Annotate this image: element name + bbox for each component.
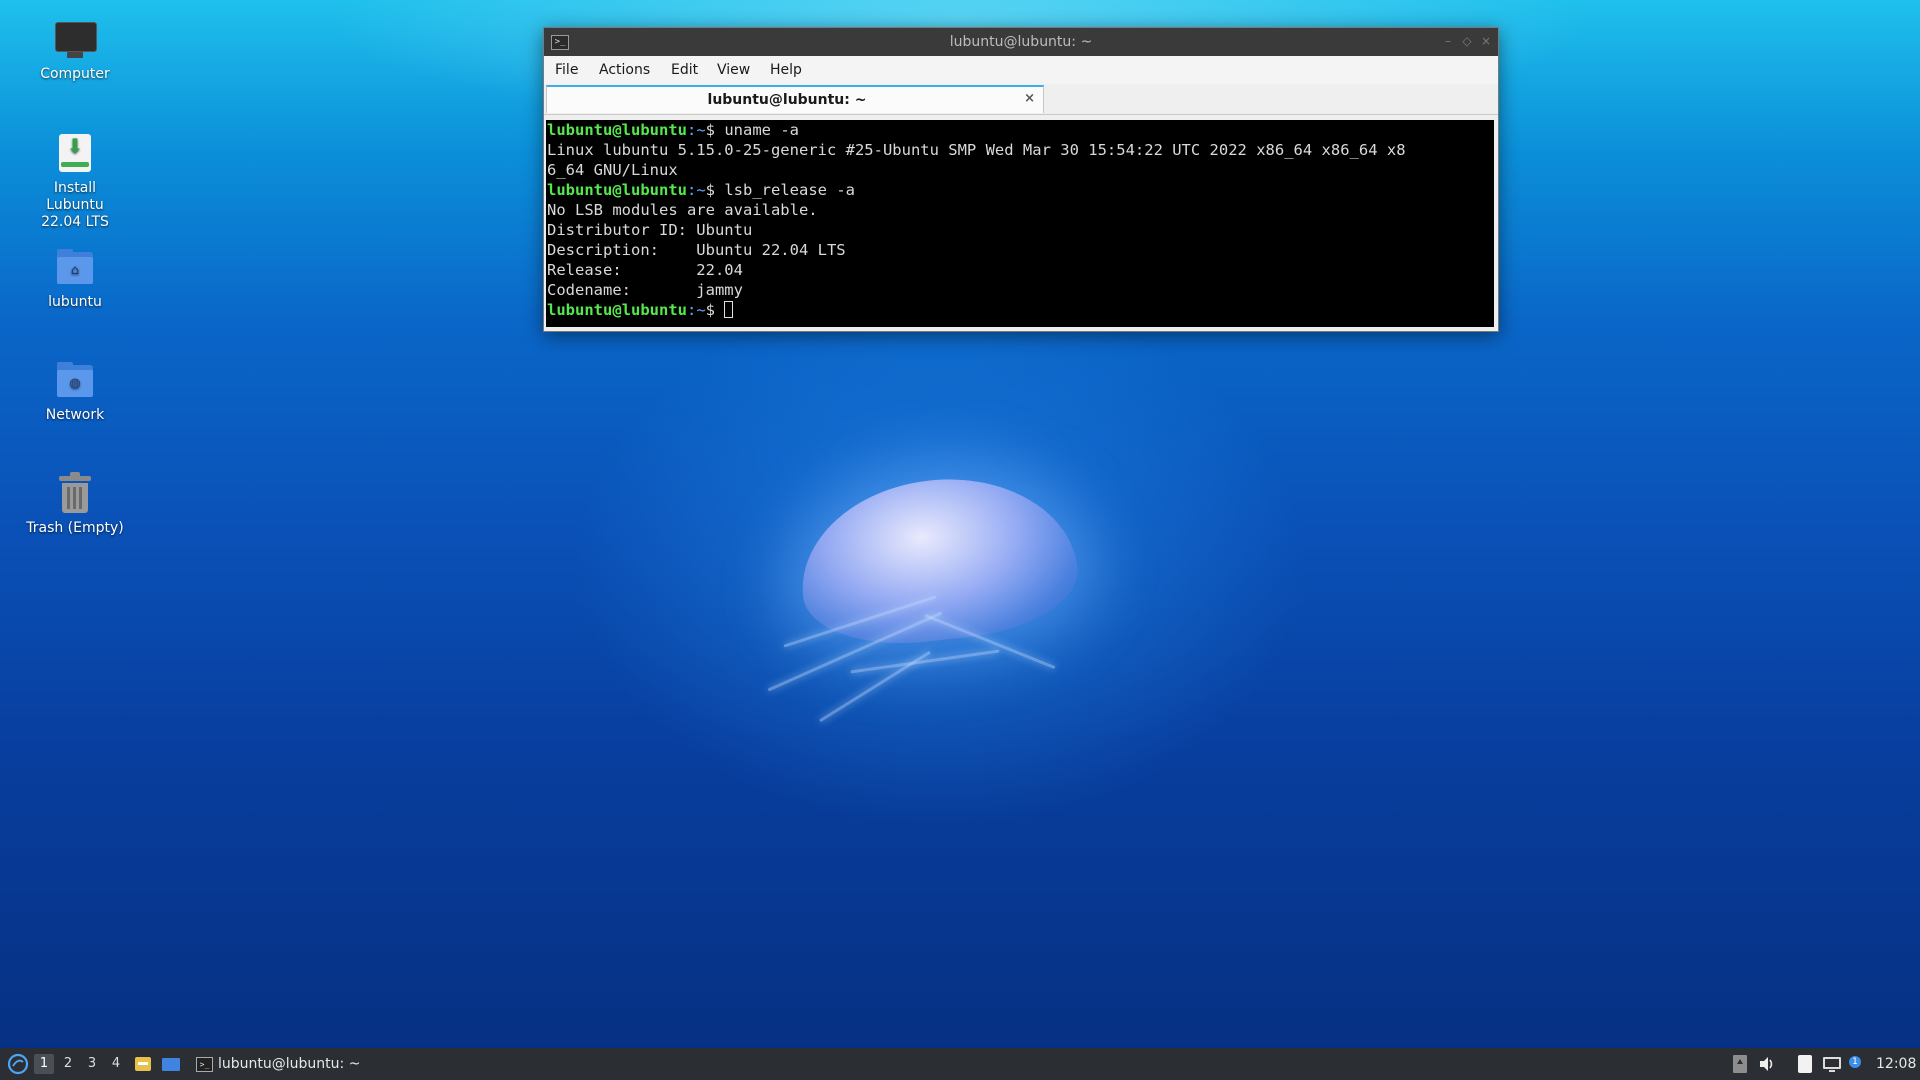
desktop: Computer ⬇ Install Lubuntu 22.04 LTS ⌂ l… xyxy=(0,0,1920,1080)
home-folder-icon: ⌂ xyxy=(53,246,97,290)
desktop-icon-label: Install Lubuntu 22.04 LTS xyxy=(41,180,109,230)
minimize-button[interactable]: – xyxy=(1440,33,1456,49)
workspace-1[interactable]: 1 xyxy=(34,1054,54,1074)
window-titlebar[interactable]: >_ lubuntu@lubuntu: ~ – ◇ × xyxy=(544,28,1498,56)
trash-icon xyxy=(53,472,97,516)
prompt-user: lubuntu@lubuntu xyxy=(547,121,687,139)
terminal-output: Release: 22.04 xyxy=(547,261,743,279)
terminal-cursor xyxy=(724,301,734,318)
tab-label: lubuntu@lubuntu: ~ xyxy=(707,92,867,108)
menu-view[interactable]: View xyxy=(717,62,750,78)
tab-close-icon[interactable]: × xyxy=(1024,91,1035,106)
desktop-icon-computer[interactable]: Computer xyxy=(14,18,136,82)
terminal-output: Linux lubuntu 5.15.0-25-generic #25-Ubun… xyxy=(547,141,1406,159)
prompt-symbol: $ xyxy=(705,181,715,199)
desktop-icon-label: Trash (Empty) xyxy=(26,520,124,536)
taskbar: 1 2 3 4 >_ lubuntu@lubuntu: ~ 1 12:08 xyxy=(0,1048,1920,1080)
start-menu-button[interactable] xyxy=(4,1048,30,1080)
lubuntu-logo-icon xyxy=(7,1053,29,1075)
taskbar-task-label: lubuntu@lubuntu: ~ xyxy=(218,1056,361,1072)
prompt-symbol: $ xyxy=(705,301,715,319)
terminal-command: lsb_release -a xyxy=(715,181,855,199)
desktop-icon-network[interactable]: ◍ Network xyxy=(14,359,136,423)
prompt-user: lubuntu@lubuntu xyxy=(547,181,687,199)
volume-icon[interactable] xyxy=(1758,1055,1776,1073)
terminal-output: No LSB modules are available. xyxy=(547,201,818,219)
terminal-output: Distributor ID: Ubuntu xyxy=(547,221,753,239)
desktop-icon-label: Network xyxy=(45,407,105,423)
prompt-path: :~ xyxy=(686,121,706,139)
prompt-user: lubuntu@lubuntu xyxy=(547,301,687,319)
terminal-window[interactable]: >_ lubuntu@lubuntu: ~ – ◇ × File Actions… xyxy=(543,27,1499,332)
notification-count: 1 xyxy=(1849,1056,1861,1068)
show-desktop-icon[interactable] xyxy=(162,1055,180,1073)
terminal-console[interactable]: lubuntu@lubuntu:~$ uname -a Linux lubunt… xyxy=(546,120,1494,327)
jellyfish-bell xyxy=(792,466,1084,654)
wallpaper-jellyfish xyxy=(700,466,1100,730)
menu-bar: File Actions Edit View Help xyxy=(544,56,1498,84)
desktop-icon-install-lubuntu[interactable]: ⬇ Install Lubuntu 22.04 LTS xyxy=(14,132,136,231)
terminal-line: lubuntu@lubuntu:~$ lsb_release -a xyxy=(547,181,855,199)
desktop-icon-trash[interactable]: Trash (Empty) xyxy=(14,472,136,536)
menu-help[interactable]: Help xyxy=(770,62,802,78)
terminal-line: lubuntu@lubuntu:~$ uname -a xyxy=(547,121,799,139)
monitor-icon xyxy=(53,18,97,62)
window-title: lubuntu@lubuntu: ~ xyxy=(949,34,1093,50)
update-notifier-icon[interactable] xyxy=(1731,1055,1749,1073)
notification-badge[interactable]: 1 xyxy=(1848,1055,1862,1073)
terminal-output: 6_64 GNU/Linux xyxy=(547,161,678,179)
taskbar-task-terminal[interactable]: >_ lubuntu@lubuntu: ~ xyxy=(192,1048,362,1080)
desktop-icon-label: Computer xyxy=(40,66,110,82)
menu-file[interactable]: File xyxy=(555,62,578,78)
menu-actions[interactable]: Actions xyxy=(599,62,650,78)
desktop-icon-label: lubuntu xyxy=(48,294,102,310)
file-manager-launcher-icon[interactable] xyxy=(134,1055,152,1073)
terminal-command: uname -a xyxy=(715,121,799,139)
tab-terminal[interactable]: lubuntu@lubuntu: ~ × xyxy=(546,85,1044,113)
maximize-button[interactable]: ◇ xyxy=(1459,33,1475,49)
prompt-symbol: $ xyxy=(705,121,715,139)
network-manager-icon[interactable] xyxy=(1823,1055,1841,1073)
prompt-path: :~ xyxy=(686,301,706,319)
workspace-3[interactable]: 3 xyxy=(82,1054,102,1074)
workspace-2[interactable]: 2 xyxy=(58,1054,78,1074)
tab-bar: lubuntu@lubuntu: ~ × xyxy=(544,84,1498,115)
terminal-output: Codename: jammy xyxy=(547,281,743,299)
workspace-4[interactable]: 4 xyxy=(106,1054,126,1074)
desktop-icon-home[interactable]: ⌂ lubuntu xyxy=(14,246,136,310)
speaker-icon xyxy=(1760,1057,1773,1071)
terminal-output: Description: Ubuntu 22.04 LTS xyxy=(547,241,846,259)
installer-icon: ⬇ xyxy=(53,132,97,176)
terminal-line: lubuntu@lubuntu:~$ xyxy=(547,301,734,319)
prompt-path: :~ xyxy=(686,181,706,199)
terminal-task-icon: >_ xyxy=(196,1057,213,1072)
network-folder-icon: ◍ xyxy=(53,359,97,403)
menu-edit[interactable]: Edit xyxy=(671,62,698,78)
clipboard-icon[interactable] xyxy=(1796,1055,1814,1073)
clock[interactable]: 12:08 xyxy=(1876,1048,1916,1080)
close-button[interactable]: × xyxy=(1478,33,1494,49)
